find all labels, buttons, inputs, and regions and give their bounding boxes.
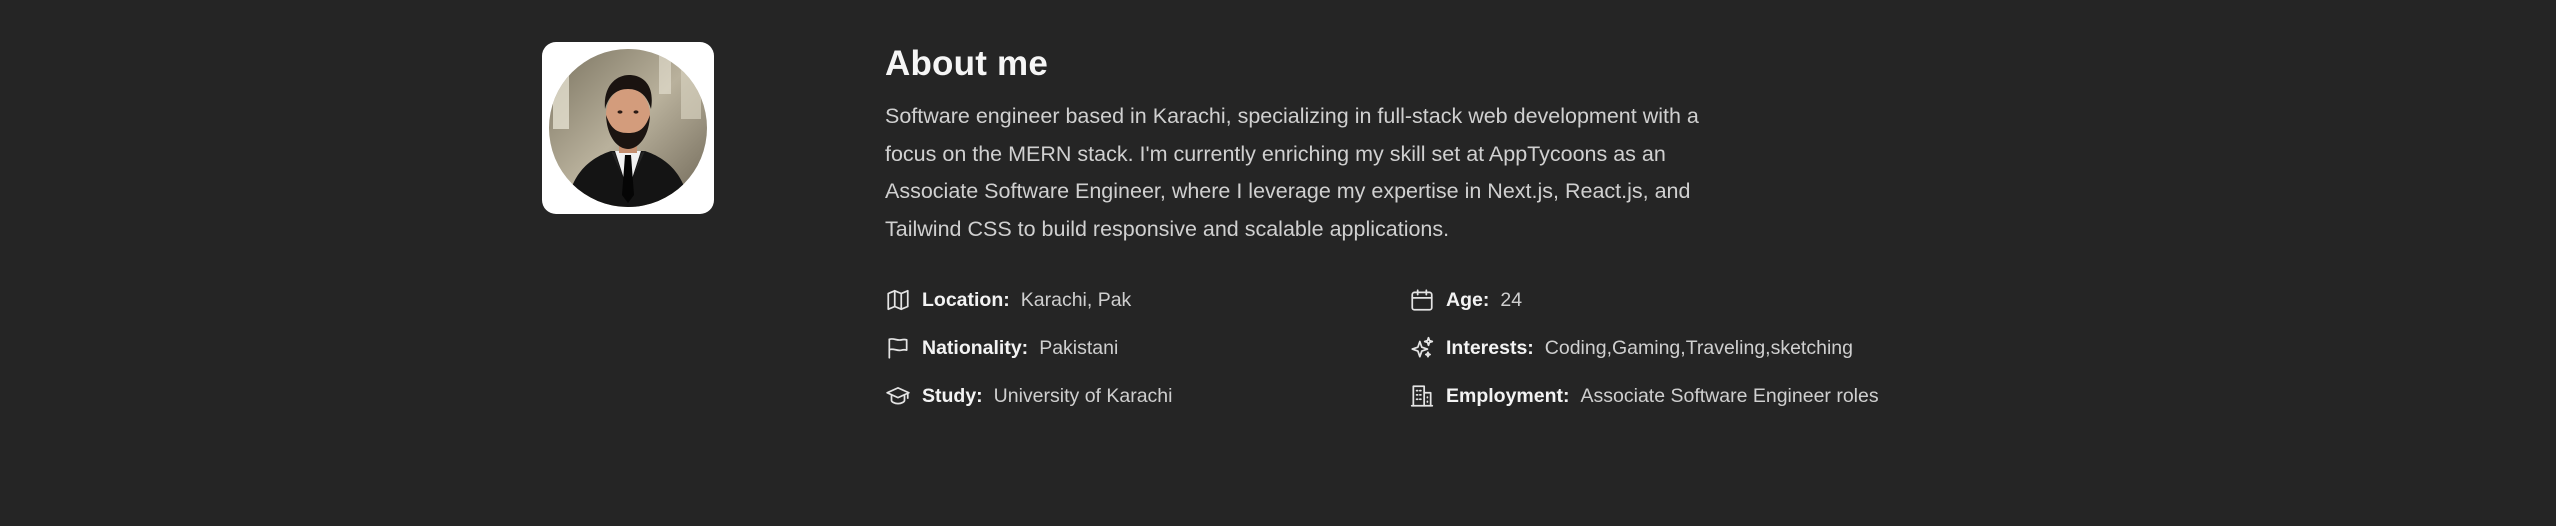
- detail-interests-value: Coding,Gaming,Traveling,sketching: [1544, 336, 1853, 359]
- detail-nationality: Nationality: Pakistani: [885, 324, 1409, 372]
- detail-age-value: 24: [1500, 288, 1523, 311]
- detail-study: Study: University of Karachi: [885, 372, 1409, 420]
- map-icon: [885, 287, 911, 313]
- detail-nationality-label: Nationality:: [922, 336, 1029, 359]
- profile-photo-card: [542, 42, 714, 214]
- personal-details-grid: Location: Karachi, Pak Age: 24 Nationali…: [885, 276, 1945, 420]
- detail-employment: Employment: Associate Software Engineer …: [1409, 372, 1929, 420]
- flag-icon: [885, 335, 911, 361]
- detail-nationality-value: Pakistani: [1039, 336, 1119, 359]
- graduation-cap-icon: [885, 383, 911, 409]
- building-icon: [1409, 383, 1435, 409]
- sparkles-icon: [1409, 335, 1435, 361]
- detail-employment-label: Employment:: [1446, 384, 1570, 407]
- detail-age-label: Age:: [1446, 288, 1490, 311]
- about-bio: Software engineer based in Karachi, spec…: [885, 104, 1699, 241]
- detail-age: Age: 24: [1409, 276, 1929, 324]
- about-section: About me Software engineer based in Kara…: [0, 0, 2556, 526]
- detail-location: Location: Karachi, Pak: [885, 276, 1409, 324]
- calendar-icon: [1409, 287, 1435, 313]
- detail-interests-label: Interests:: [1446, 336, 1534, 359]
- detail-study-value: University of Karachi: [993, 384, 1173, 407]
- detail-location-value: Karachi, Pak: [1020, 288, 1132, 311]
- about-title: About me: [885, 44, 1048, 83]
- about-content: About me Software engineer based in Kara…: [885, 40, 1945, 420]
- profile-photo: [549, 49, 707, 207]
- detail-location-label: Location:: [922, 288, 1010, 311]
- detail-interests: Interests: Coding,Gaming,Traveling,sketc…: [1409, 324, 1929, 372]
- detail-study-label: Study:: [922, 384, 983, 407]
- detail-employment-value: Associate Software Engineer roles: [1580, 384, 1879, 407]
